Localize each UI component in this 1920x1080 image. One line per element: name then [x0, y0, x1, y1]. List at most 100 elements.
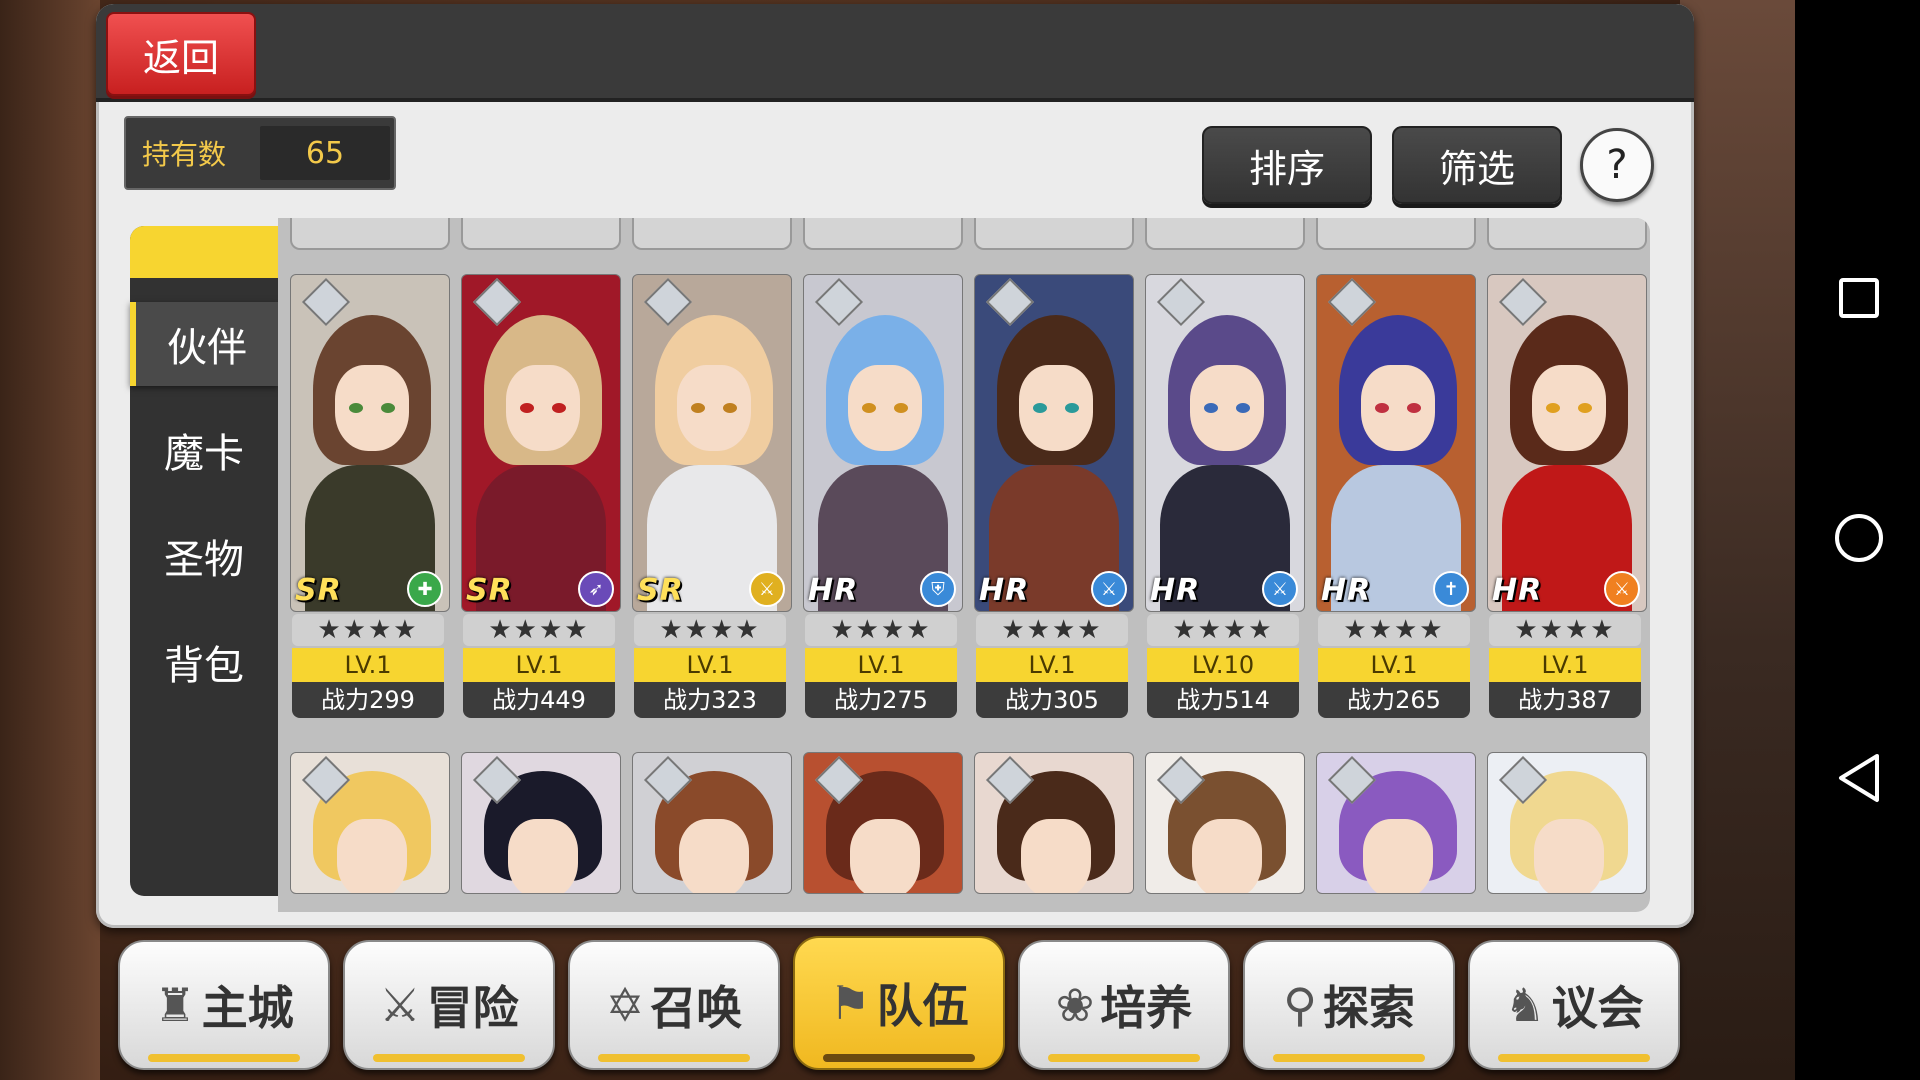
home-icon[interactable]: [1831, 510, 1887, 566]
holdings-label: 持有数: [142, 138, 227, 171]
rarity-label: HR: [1492, 573, 1543, 608]
tab-partners[interactable]: 伙伴: [130, 302, 278, 386]
character-portrait: SR ➶: [461, 274, 621, 612]
sword-icon: ⚔: [1091, 571, 1127, 607]
character-card[interactable]: [290, 752, 450, 894]
star-rating: ★★★★: [292, 614, 444, 646]
tab-magic-cards[interactable]: 魔卡: [130, 408, 278, 492]
power-label: 战力449: [463, 682, 615, 718]
main-bottom-nav: ♜ 主城 ⚔ 冒险 ✡ 召唤 ⚑ 队伍 ❀ 培养 ⚲ 探索 ♞ 议会: [118, 936, 1680, 1070]
previous-card-edge: [632, 218, 792, 250]
character-card[interactable]: HR ⚔ ★★★★ LV.10 战力514: [1145, 274, 1305, 730]
character-portrait: SR ✚: [290, 274, 450, 612]
character-card[interactable]: HR ⛨ ★★★★ LV.1 战力275: [803, 274, 963, 730]
sword-icon: ⚔: [1262, 571, 1298, 607]
power-label: 战力387: [1489, 682, 1641, 718]
sort-button[interactable]: 排序: [1202, 126, 1372, 204]
council-icon: ♞: [1504, 978, 1546, 1032]
back-button[interactable]: 返回: [106, 12, 256, 96]
character-card[interactable]: [632, 752, 792, 894]
star-rating: ★★★★: [1147, 614, 1299, 646]
background-left: [0, 0, 100, 1080]
power-label: 战力299: [292, 682, 444, 718]
nav-council[interactable]: ♞ 议会: [1468, 940, 1680, 1070]
previous-card-edge: [974, 218, 1134, 250]
level-label: LV.1: [463, 648, 615, 682]
tab-relics[interactable]: 圣物: [130, 514, 278, 598]
character-card[interactable]: [1145, 752, 1305, 894]
nav-crossed-swords[interactable]: ⚔ 冒险: [343, 940, 555, 1070]
character-grid[interactable]: SR ✚ ★★★★ LV.1 战力299 SR ➶ ★★★★ LV.1 战力449 SR ⚔ ★★★★ L…: [278, 218, 1650, 912]
android-nav-bar: [1795, 0, 1920, 1080]
hexagram-icon: ✡: [605, 978, 645, 1032]
background-right: [1680, 0, 1795, 1080]
level-label: LV.10: [1147, 648, 1299, 682]
character-card[interactable]: HR ⚔ ★★★★ LV.1 战力387: [1487, 274, 1647, 730]
level-label: LV.1: [976, 648, 1128, 682]
element-diamond-icon: [985, 277, 1035, 327]
level-label: LV.1: [1489, 648, 1641, 682]
star-rating: ★★★★: [976, 614, 1128, 646]
power-label: 战力275: [805, 682, 957, 718]
rarity-label: HR: [979, 573, 1030, 608]
character-card[interactable]: [974, 752, 1134, 894]
character-card[interactable]: [1487, 752, 1647, 894]
rarity-label: SR: [466, 573, 513, 608]
tab-backpack[interactable]: 背包: [130, 620, 278, 704]
nav-team[interactable]: ⚑ 队伍: [793, 936, 1005, 1070]
character-card[interactable]: HR ✝ ★★★★ LV.1 战力265: [1316, 274, 1476, 730]
character-card[interactable]: SR ✚ ★★★★ LV.1 战力299: [290, 274, 450, 730]
star-rating: ★★★★: [1489, 614, 1641, 646]
nav-castle[interactable]: ♜ 主城: [118, 940, 330, 1070]
sword-icon: ⚔: [749, 571, 785, 607]
star-rating: ★★★★: [463, 614, 615, 646]
character-portrait: SR ⚔: [632, 274, 792, 612]
character-card[interactable]: [1316, 752, 1476, 894]
character-card[interactable]: [461, 752, 621, 894]
nav-label: 冒险: [426, 981, 519, 1035]
help-button[interactable]: ?: [1580, 128, 1654, 202]
character-card[interactable]: HR ⚔ ★★★★ LV.1 战力305: [974, 274, 1134, 730]
nav-hexagram[interactable]: ✡ 召唤: [568, 940, 780, 1070]
power-label: 战力323: [634, 682, 786, 718]
character-portrait: HR ⚔: [974, 274, 1134, 612]
nav-nurture[interactable]: ❀ 培养: [1018, 940, 1230, 1070]
level-label: LV.1: [805, 648, 957, 682]
previous-card-edge: [461, 218, 621, 250]
element-diamond-icon: [472, 277, 522, 327]
previous-card-edge: [803, 218, 963, 250]
rarity-label: HR: [808, 573, 859, 608]
nav-explore[interactable]: ⚲ 探索: [1243, 940, 1455, 1070]
castle-icon: ♜: [154, 978, 196, 1032]
power-label: 战力265: [1318, 682, 1470, 718]
level-label: LV.1: [634, 648, 786, 682]
holdings-value: 65: [260, 126, 390, 180]
star-rating: ★★★★: [1318, 614, 1470, 646]
power-label: 战力305: [976, 682, 1128, 718]
nav-label: 培养: [1100, 981, 1193, 1035]
nav-label: 探索: [1322, 981, 1415, 1035]
power-label: 战力514: [1147, 682, 1299, 718]
filter-button[interactable]: 筛选: [1392, 126, 1562, 204]
element-diamond-icon: [814, 277, 864, 327]
element-diamond-icon: [1498, 277, 1548, 327]
rarity-label: HR: [1321, 573, 1372, 608]
level-label: LV.1: [1318, 648, 1470, 682]
previous-card-edge: [290, 218, 450, 250]
character-card[interactable]: SR ➶ ★★★★ LV.1 战力449: [461, 274, 621, 730]
rarity-label: HR: [1150, 573, 1201, 608]
recent-apps-icon[interactable]: [1831, 270, 1887, 326]
character-card[interactable]: [803, 752, 963, 894]
shield-icon: ⛨: [920, 571, 956, 607]
previous-card-edge: [1145, 218, 1305, 250]
cross-icon: ✝: [1433, 571, 1469, 607]
healer-icon: ✚: [407, 571, 443, 607]
character-card[interactable]: SR ⚔ ★★★★ LV.1 战力323: [632, 274, 792, 730]
element-diamond-icon: [643, 277, 693, 327]
previous-row-strip: [278, 218, 1650, 252]
character-portrait: HR ⚔: [1487, 274, 1647, 612]
tabs-header-bar: [130, 226, 278, 278]
explore-icon: ⚲: [1283, 978, 1317, 1032]
back-triangle-icon[interactable]: [1831, 750, 1887, 806]
previous-card-edge: [1316, 218, 1476, 250]
